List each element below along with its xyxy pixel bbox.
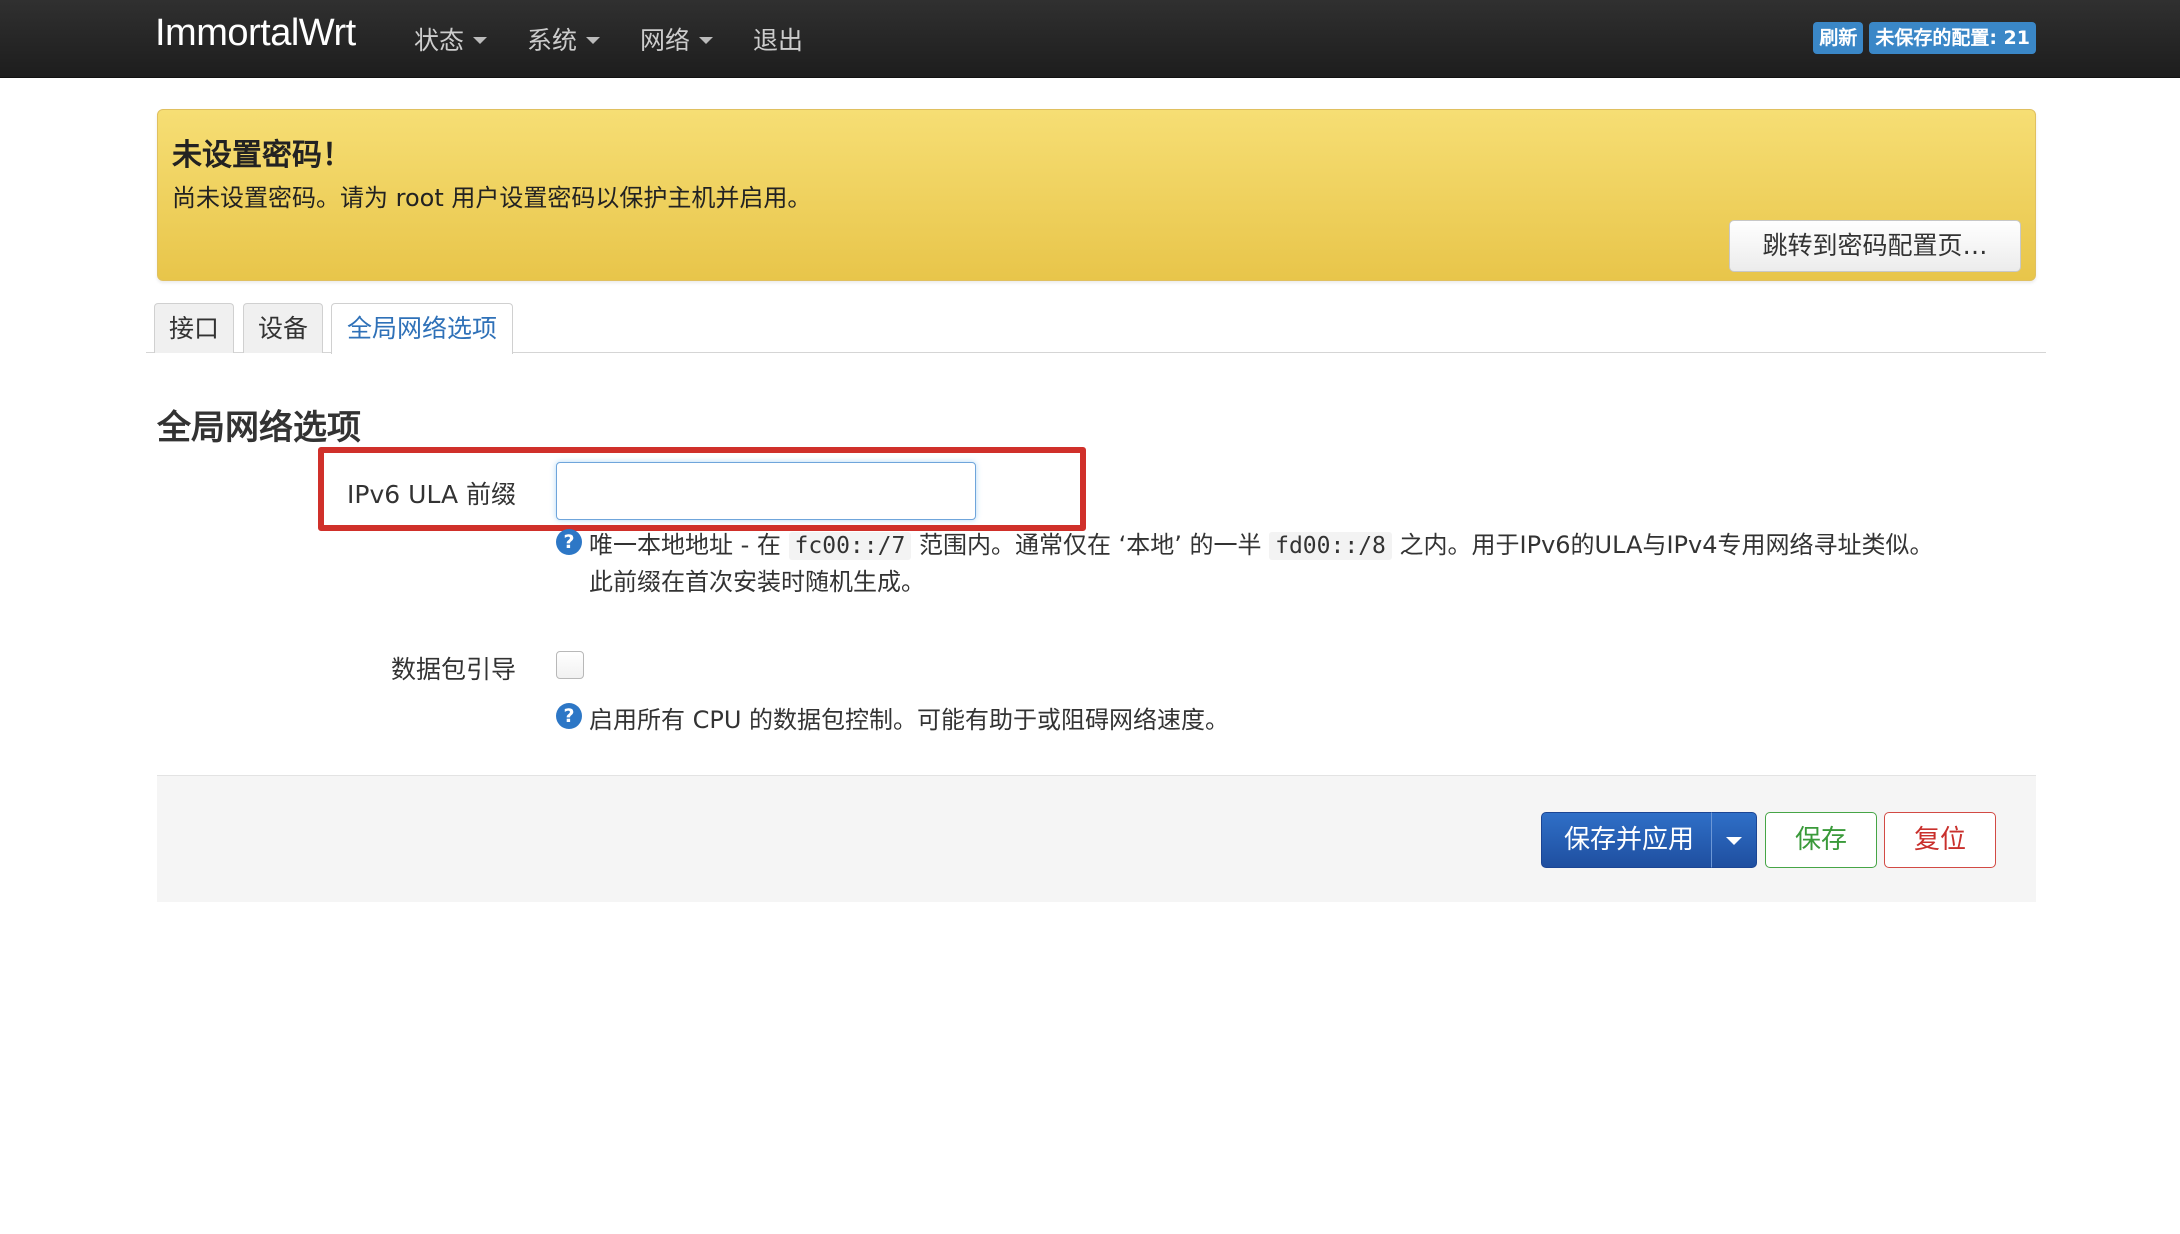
help-icon: ? (556, 703, 582, 729)
section-title: 全局网络选项 (157, 408, 361, 448)
unsaved-changes-badge[interactable]: 未保存的配置: 21 (1869, 22, 2036, 54)
tab-global-network-options[interactable]: 全局网络选项 (331, 303, 513, 354)
alert-text: 尚未设置密码。请为 root 用户设置密码以保护主机并启用。 (172, 184, 812, 212)
ula-help-text-1: 唯一本地地址 - 在 (589, 531, 789, 559)
help-icon: ? (556, 529, 582, 555)
ula-prefix-label: IPv6 ULA 前缀 (347, 480, 516, 509)
save-apply-button[interactable]: 保存并应用 (1541, 812, 1717, 868)
packet-steering-help: 启用所有 CPU 的数据包控制。可能有助于或阻碍网络速度。 (589, 706, 1230, 734)
ula-help-text-3: 之内。用于IPv6的ULA与IPv4专用网络寻址类似。 (1391, 531, 1934, 559)
refresh-badge[interactable]: 刷新 (1813, 22, 1864, 54)
packet-steering-checkbox[interactable] (556, 651, 584, 679)
packet-steering-label: 数据包引导 (390, 655, 516, 684)
save-apply-dropdown-toggle[interactable] (1711, 812, 1757, 868)
menu-system[interactable]: 系统 (527, 21, 601, 57)
reset-button[interactable]: 复位 (1884, 812, 1996, 868)
status-badges: 刷新 未保存的配置: 21 (1807, 22, 2036, 54)
ula-help-text-4: 此前缀在首次安装时随机生成。 (589, 568, 925, 596)
menu-status[interactable]: 状态 (414, 21, 488, 57)
tab-devices[interactable]: 设备 (243, 303, 323, 353)
main-menu: 状态 系统 网络 退出 (414, 0, 843, 78)
alert-title: 未设置密码！ (172, 138, 352, 173)
no-password-alert: 未设置密码！ 尚未设置密码。请为 root 用户设置密码以保护主机并启用。 跳转… (157, 109, 2036, 281)
menu-network-label: 网络 (640, 26, 691, 55)
chevron-down-icon (586, 37, 601, 44)
goto-password-button[interactable]: 跳转到密码配置页… (1729, 220, 2021, 272)
save-button[interactable]: 保存 (1765, 812, 1877, 868)
form-actions: 保存并应用 保存 复位 (157, 775, 2036, 902)
menu-network[interactable]: 网络 (640, 21, 714, 57)
ula-prefix-input[interactable] (556, 462, 976, 520)
chevron-down-icon (699, 37, 714, 44)
ula-help-text-2: 范围内。通常仅在 ‘本地’ 的一半 (911, 531, 1270, 559)
chevron-down-icon (1726, 836, 1742, 845)
menu-logout[interactable]: 退出 (753, 21, 803, 57)
chevron-down-icon (473, 37, 488, 44)
menu-status-label: 状态 (414, 26, 465, 55)
ula-prefix-help: 唯一本地地址 - 在 fc00::/7 范围内。通常仅在 ‘本地’ 的一半 fd… (589, 527, 2029, 600)
menu-logout-label: 退出 (753, 26, 804, 55)
menu-system-label: 系统 (527, 26, 578, 55)
ula-help-code-1: fc00::/7 (788, 532, 912, 560)
top-navbar: ImmortalWrt 状态 系统 网络 退出 刷新 未保存的配置: 21 (0, 0, 2180, 78)
ula-help-code-2: fd00::/8 (1269, 532, 1392, 560)
tab-interfaces[interactable]: 接口 (154, 303, 234, 353)
brand-logo[interactable]: ImmortalWrt (155, 12, 356, 55)
tab-bar: 接口 设备 全局网络选项 (146, 303, 2046, 354)
